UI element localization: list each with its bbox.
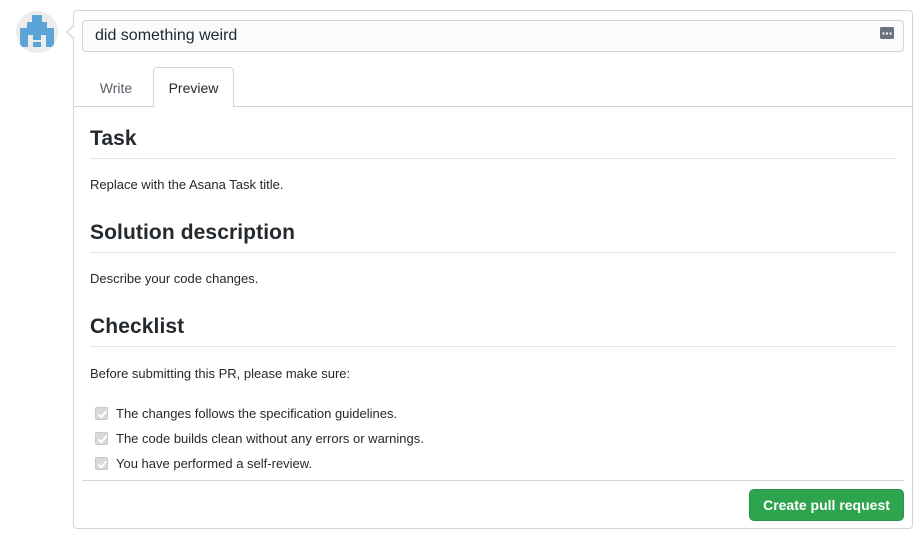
comment-pointer-inner [67, 25, 75, 39]
avatar[interactable] [16, 11, 58, 53]
checklist-item-label: The code builds clean without any errors… [116, 431, 424, 446]
checklist-item-label: You have performed a self-review. [116, 456, 313, 471]
task-text: Replace with the Asana Task title. [90, 177, 284, 192]
tab-write[interactable]: Write [82, 67, 150, 108]
tab-preview[interactable]: Preview [153, 67, 234, 108]
checklist-item: The code builds clean without any errors… [95, 426, 424, 451]
checklist-item-label: The changes follows the specification gu… [116, 406, 398, 421]
checklist-item: The changes follows the specification gu… [95, 401, 424, 426]
identicon-avatar-icon [16, 11, 58, 53]
checklist-intro: Before submitting this PR, please make s… [90, 366, 351, 381]
title-input[interactable] [82, 20, 904, 52]
task-heading: Task [90, 127, 896, 159]
create-pull-request-button[interactable]: Create pull request [749, 489, 904, 521]
divider [82, 480, 904, 481]
checklist: The changes follows the specification gu… [95, 401, 424, 476]
checklist-heading: Checklist [90, 315, 896, 347]
checkbox-checked [95, 432, 108, 445]
editor-tabs: Write Preview [74, 67, 912, 108]
checklist-item: You have performed a self-review. [95, 451, 424, 476]
pull-request-form: Write Preview Task Replace with the Asan… [73, 10, 913, 529]
checkbox-checked [95, 457, 108, 470]
saved-replies-icon[interactable] [880, 27, 894, 39]
solution-text: Describe your code changes. [90, 271, 259, 286]
checkbox-checked [95, 407, 108, 420]
solution-heading: Solution description [90, 221, 896, 253]
